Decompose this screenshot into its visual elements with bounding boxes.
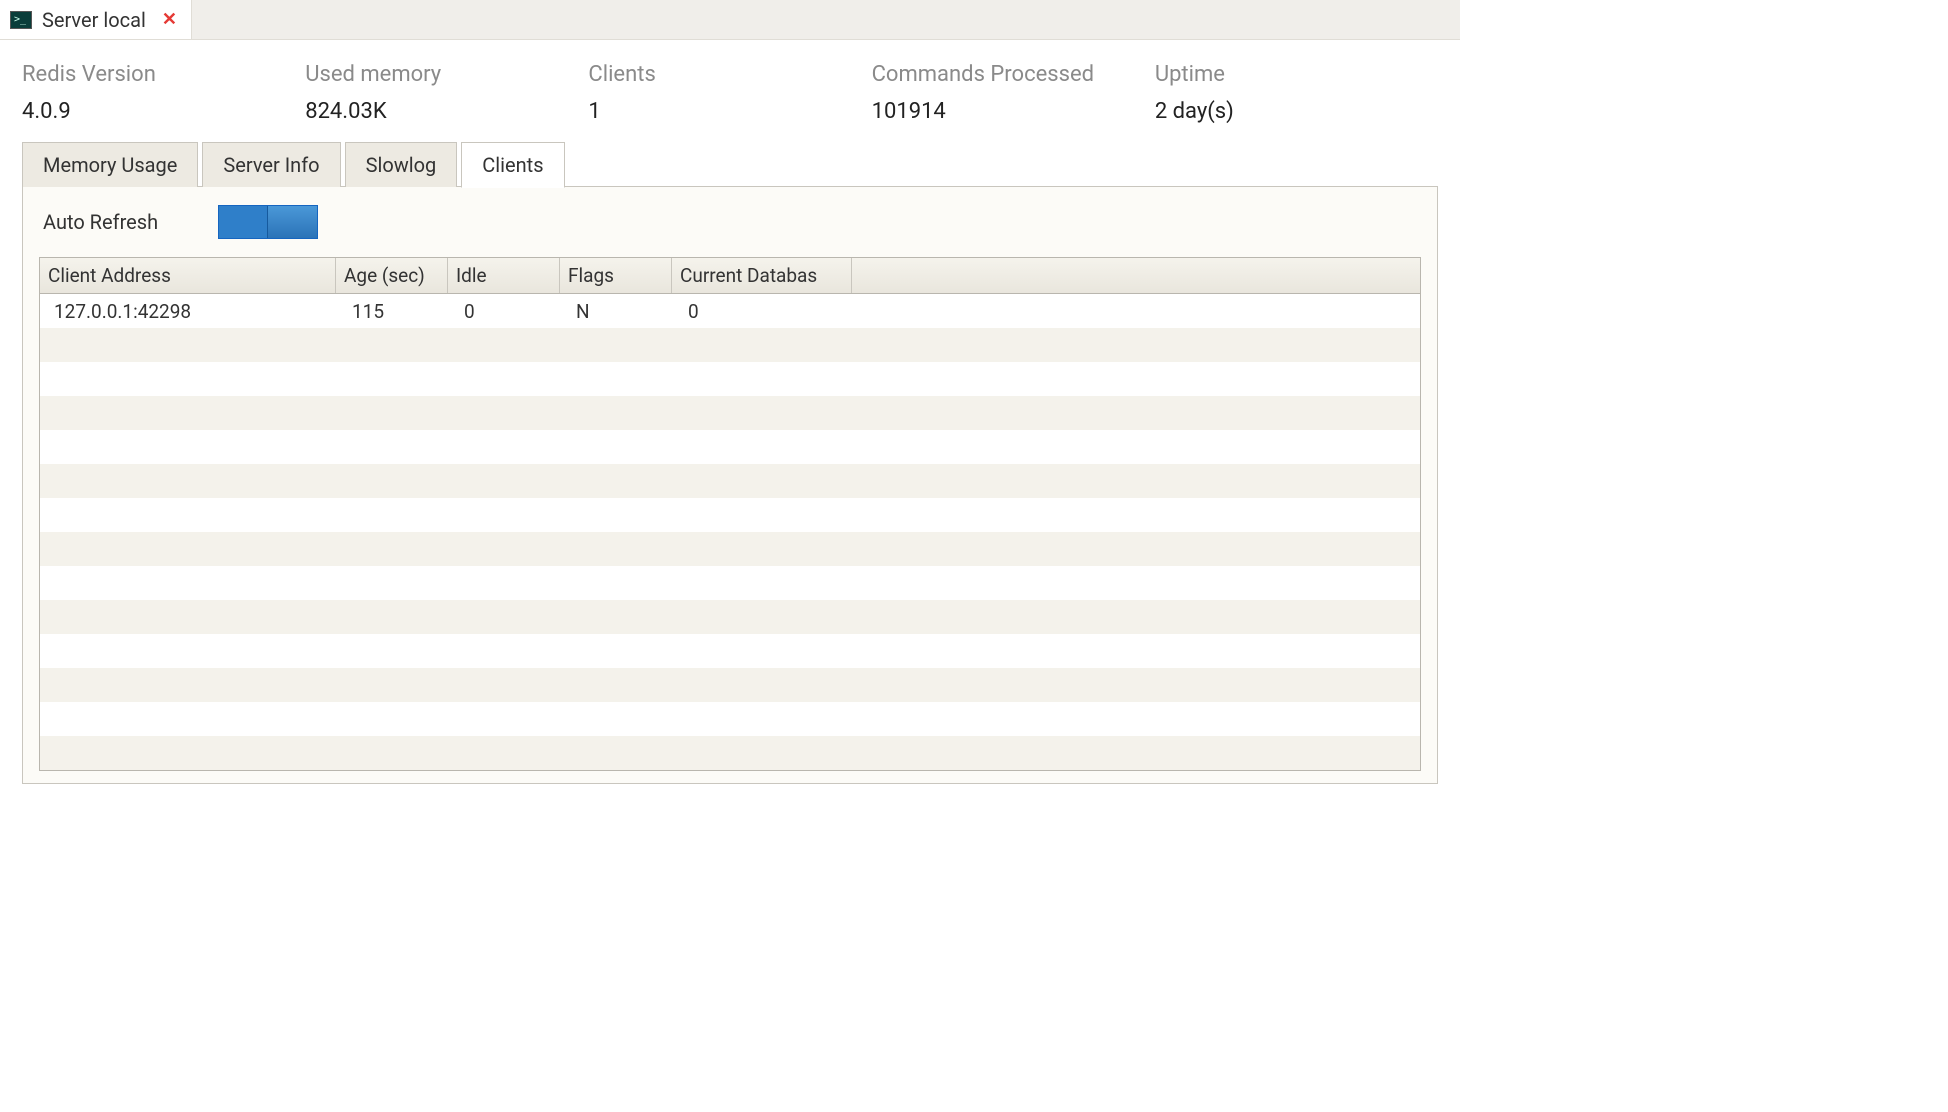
tab-clients[interactable]: Clients (461, 142, 564, 188)
stats-row: Redis Version 4.0.9 Used memory 824.03K … (0, 40, 1460, 142)
cell-age: 115 (336, 296, 448, 327)
col-flags[interactable]: Flags (560, 258, 672, 293)
stat-commands-processed: Commands Processed 101914 (872, 62, 1155, 124)
tab-slowlog[interactable]: Slowlog (345, 142, 458, 187)
close-icon[interactable]: ✕ (162, 9, 177, 30)
stat-used-memory: Used memory 824.03K (305, 62, 588, 124)
table-row-empty (40, 362, 1420, 396)
stat-redis-version: Redis Version 4.0.9 (22, 62, 305, 124)
table-row-empty (40, 702, 1420, 736)
tab-server-info[interactable]: Server Info (202, 142, 340, 187)
table-row-empty (40, 430, 1420, 464)
stat-uptime: Uptime 2 day(s) (1155, 62, 1438, 124)
table-row-empty (40, 634, 1420, 668)
tab-memory-usage[interactable]: Memory Usage (22, 142, 198, 187)
table-row[interactable]: 127.0.0.1:422981150N0 (40, 294, 1420, 328)
cell-current-database: 0 (672, 296, 852, 327)
table-row-empty (40, 600, 1420, 634)
cell-client-address: 127.0.0.1:42298 (40, 296, 336, 327)
col-idle[interactable]: Idle (448, 258, 560, 293)
table-row-empty (40, 668, 1420, 702)
clients-table: Client Address Age (sec) Idle Flags Curr… (39, 257, 1421, 771)
stat-value: 4.0.9 (22, 99, 305, 124)
auto-refresh-row: Auto Refresh (39, 205, 1421, 239)
table-row-empty (40, 464, 1420, 498)
stat-label: Uptime (1155, 62, 1438, 87)
window-tabbar: >_ Server local ✕ (0, 0, 1460, 40)
table-body: 127.0.0.1:422981150N0 (40, 294, 1420, 770)
stat-clients: Clients 1 (588, 62, 871, 124)
subtab-bar: Memory Usage Server Info Slowlog Clients (0, 142, 1460, 187)
table-row-empty (40, 498, 1420, 532)
table-row-empty (40, 736, 1420, 770)
col-spacer (852, 258, 1420, 293)
server-tab-label: Server local (42, 8, 146, 32)
cell-flags: N (560, 296, 672, 327)
terminal-icon: >_ (10, 11, 32, 29)
stat-label: Redis Version (22, 62, 305, 87)
stat-label: Used memory (305, 62, 588, 87)
stat-value: 1 (588, 99, 871, 124)
cell-idle: 0 (448, 296, 560, 327)
clients-panel: Auto Refresh Client Address Age (sec) Id… (22, 187, 1438, 784)
server-tab[interactable]: >_ Server local ✕ (0, 0, 192, 39)
col-current-database[interactable]: Current Databas (672, 258, 852, 293)
stat-value: 824.03K (305, 99, 588, 124)
table-header-row: Client Address Age (sec) Idle Flags Curr… (40, 258, 1420, 294)
stat-label: Clients (588, 62, 871, 87)
table-row-empty (40, 396, 1420, 430)
stat-value: 2 day(s) (1155, 99, 1438, 124)
table-row-empty (40, 532, 1420, 566)
table-row-empty (40, 328, 1420, 362)
table-row-empty (40, 566, 1420, 600)
col-age[interactable]: Age (sec) (336, 258, 448, 293)
col-client-address[interactable]: Client Address (40, 258, 336, 293)
cell-spacer (852, 307, 1420, 315)
auto-refresh-label: Auto Refresh (43, 210, 158, 234)
server-window: >_ Server local ✕ Redis Version 4.0.9 Us… (0, 0, 1460, 784)
auto-refresh-toggle[interactable] (218, 205, 318, 239)
toggle-knob (267, 206, 317, 238)
stat-label: Commands Processed (872, 62, 1155, 87)
stat-value: 101914 (872, 99, 1155, 124)
